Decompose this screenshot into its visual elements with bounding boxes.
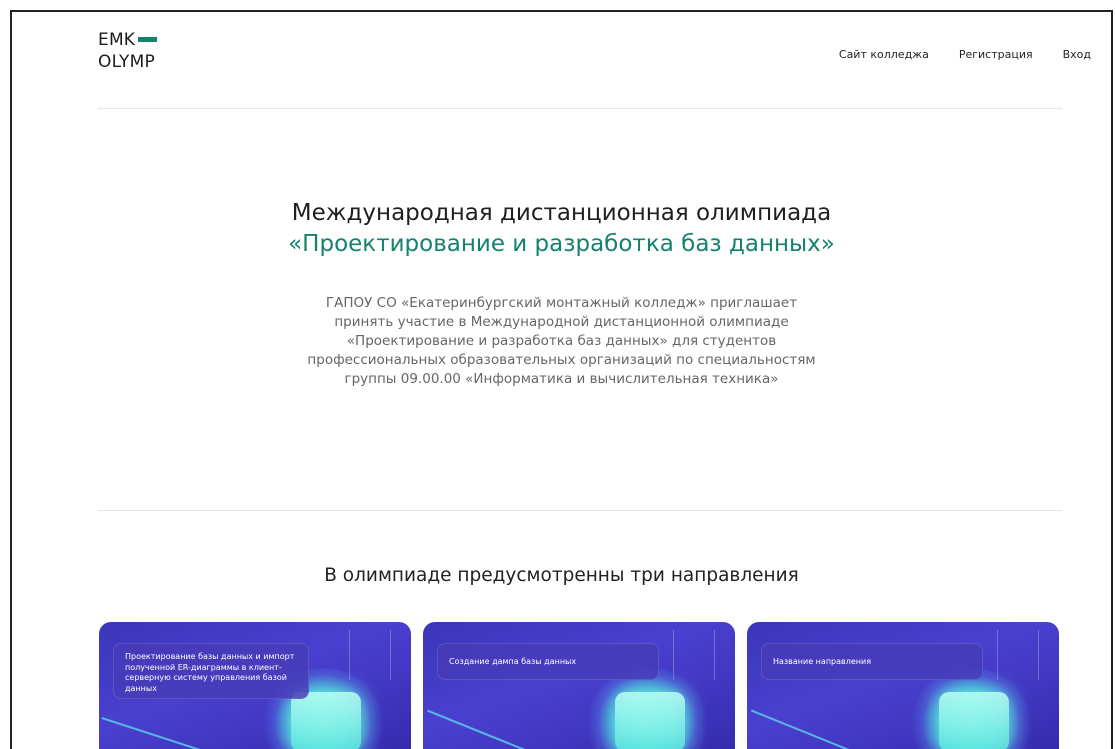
hero-description-line: профессиональных образовательных организ… [307, 352, 816, 368]
nav-link-login[interactable]: Вход [1063, 48, 1091, 61]
card-decoration [673, 630, 715, 680]
direction-card-label: Название направления [761, 643, 983, 680]
hero-description-line: группы 09.00.00 «Информатика и вычислите… [344, 371, 779, 387]
hero-description: ГАПОУ СО «Екатеринбургский монтажный кол… [12, 294, 1111, 389]
card-decoration [997, 630, 1039, 680]
hero-description-line: ГАПОУ СО «Екатеринбургский монтажный кол… [325, 295, 798, 311]
logo[interactable]: EMK OLYMP [98, 29, 158, 73]
direction-card-label: Создание дампа базы данных [437, 643, 659, 680]
hero-title-line1: Международная дистанционная олимпиада [291, 200, 832, 226]
section-divider [98, 510, 1062, 511]
chip-illustration-icon [939, 692, 1009, 749]
direction-card-2[interactable]: Создание дампа базы данных [423, 622, 735, 749]
circuit-line [101, 717, 207, 749]
header-divider [98, 108, 1062, 109]
circuit-line [426, 709, 540, 749]
logo-accent-bar [138, 36, 158, 42]
page-frame: EMK OLYMP Сайт колледжа Регистрация Вход… [10, 10, 1113, 749]
hero-title-line2: «Проектирование и разработка баз данных» [288, 231, 835, 257]
circuit-line [750, 709, 864, 749]
logo-text-line2: OLYMP [98, 52, 155, 72]
logo-text-line1: EMK [98, 30, 136, 50]
top-nav: Сайт колледжа Регистрация Вход [839, 48, 1091, 61]
directions-cards: Проектирование базы данных и импорт полу… [99, 622, 1059, 749]
direction-card-1[interactable]: Проектирование базы данных и импорт полу… [99, 622, 411, 749]
directions-title: В олимпиаде предусмотренны три направлен… [324, 565, 799, 586]
chip-illustration-icon [291, 692, 361, 749]
nav-link-registration[interactable]: Регистрация [959, 48, 1033, 61]
card-decoration [349, 630, 391, 680]
hero-description-line: принять участие в Международной дистанци… [334, 314, 789, 330]
hero-title: Международная дистанционная олимпиада «П… [12, 198, 1111, 260]
chip-illustration-icon [615, 692, 685, 749]
direction-card-3[interactable]: Название направления [747, 622, 1059, 749]
nav-link-college-site[interactable]: Сайт колледжа [839, 48, 929, 61]
hero-description-line: «Проектирование и разработка баз данных»… [346, 333, 777, 349]
direction-card-label: Проектирование базы данных и импорт полу… [113, 643, 309, 699]
